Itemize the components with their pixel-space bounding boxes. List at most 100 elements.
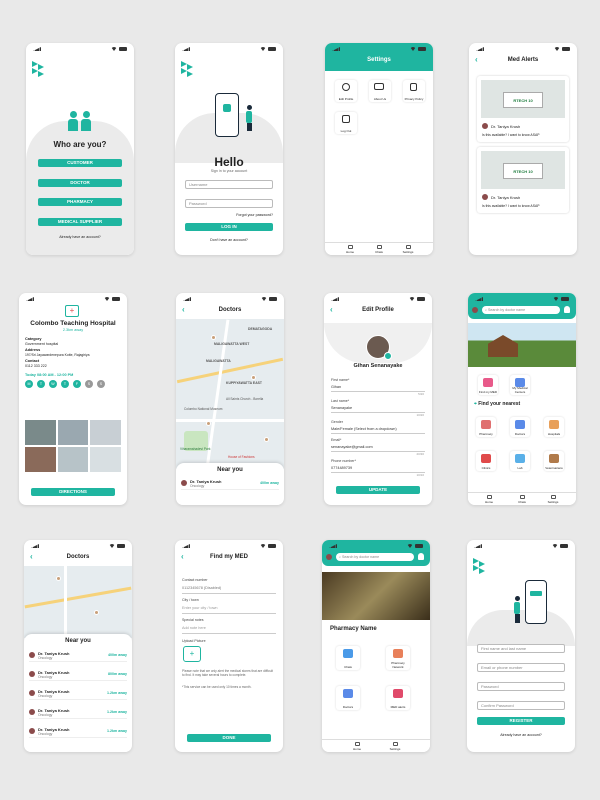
nav-home[interactable]: Home: [343, 245, 357, 254]
email-phone-input[interactable]: Email or phone number: [477, 663, 565, 672]
document-icon: [410, 83, 417, 91]
nav-home[interactable]: Home: [482, 495, 496, 504]
distance-badge: 2.3km away: [62, 328, 84, 332]
divider: [182, 593, 276, 594]
alert-card[interactable]: RTECH 10 Dr. Taniya Krush Is this availa…: [477, 147, 569, 213]
log-out-tile[interactable]: Log Out: [335, 112, 357, 134]
user-avatar[interactable]: [472, 307, 478, 313]
doctor-pin[interactable]: [211, 335, 216, 340]
register-button[interactable]: REGISTER: [477, 717, 565, 725]
gender-select[interactable]: Male/Female (Select from a dropdown): [331, 427, 397, 431]
login-link[interactable]: Already have an account?: [26, 235, 134, 239]
wifi-icon: [553, 297, 559, 301]
user-avatar[interactable]: [326, 554, 332, 560]
camera-icon[interactable]: [384, 352, 392, 360]
pharmacy-network-tile[interactable]: Pharmacy Network: [386, 646, 410, 670]
lab-tile[interactable]: Lab: [510, 451, 530, 471]
day-chip: S: [85, 380, 93, 388]
doctors-tile[interactable]: Doctors: [510, 417, 530, 437]
back-arrow-icon[interactable]: ‹: [30, 550, 33, 564]
nav-settings[interactable]: Settings: [388, 742, 402, 751]
doctor-row[interactable]: Dr. Taniya Krush Oncology 1.2km away: [29, 707, 127, 719]
full-name-input[interactable]: First name and last name: [477, 644, 565, 653]
doctor-row[interactable]: Dr. Taniya Krush Oncology 1.2km away: [29, 726, 127, 738]
doctor-pin[interactable]: [56, 576, 61, 581]
pharmacy-photo: [322, 572, 430, 620]
search-input[interactable]: ⌕ Search by doctor name: [336, 553, 414, 561]
doctor-pin[interactable]: [251, 375, 256, 380]
forgot-password-link[interactable]: Forgot your password?: [236, 213, 273, 217]
email-input[interactable]: senanayake@gmail.com: [331, 445, 373, 449]
divider: [331, 391, 425, 392]
password-input[interactable]: Password: [477, 682, 565, 691]
about-us-tile[interactable]: About Us: [369, 80, 391, 102]
first-name-input[interactable]: Gihan: [331, 385, 341, 389]
edit-profile-tile[interactable]: Edit Profile: [335, 80, 357, 102]
gear-icon: [405, 245, 411, 249]
clinics-tile[interactable]: Clinics: [476, 451, 496, 471]
photo: [25, 447, 56, 472]
doctor-pin[interactable]: [94, 610, 99, 615]
product-image: RTECH 10: [481, 80, 565, 118]
bell-icon[interactable]: [564, 306, 570, 313]
back-arrow-icon[interactable]: ‹: [181, 550, 184, 564]
nav-settings[interactable]: Settings: [401, 245, 415, 254]
nav-home[interactable]: Home: [350, 742, 364, 751]
alert-card[interactable]: RTECH 10 Dr. Taniya Krush Is this availa…: [477, 76, 569, 142]
done-button[interactable]: DONE: [187, 734, 271, 742]
pharmacy-button[interactable]: PHARMACY: [38, 198, 122, 206]
map-view[interactable]: [24, 566, 132, 638]
doctor-row[interactable]: Dr. Taniya Krush Oncology 400m away: [29, 650, 127, 662]
notes-input[interactable]: Add note here: [182, 626, 206, 630]
address-label: Address: [25, 348, 41, 352]
pharmacy-tile[interactable]: Pharmacy: [476, 417, 496, 437]
last-name-input[interactable]: Senanayake: [331, 406, 352, 410]
find-my-med-tile[interactable]: Find my MED: [478, 375, 498, 395]
doctors-tile[interactable]: Doctors: [336, 686, 360, 710]
back-arrow-icon[interactable]: ‹: [330, 303, 333, 317]
hospitals-tile[interactable]: Hospitals: [544, 417, 564, 437]
char-count: 20/30: [416, 452, 424, 456]
nav-settings[interactable]: Settings: [546, 495, 560, 504]
nav-chats[interactable]: Chats: [372, 245, 386, 254]
privacy-policy-tile[interactable]: Privacy Policy: [403, 80, 425, 102]
doctor-pin[interactable]: [264, 437, 269, 442]
map-label: MALIGAWATTA: [206, 359, 231, 363]
upload-picture-button[interactable]: +: [183, 646, 201, 662]
doctor-row[interactable]: Dr. Taniya Krush Oncology 1.2km away: [29, 688, 127, 700]
map-view[interactable]: MALIGAWATTA WEST MALIGAWATTA KUPPIYAWATT…: [176, 319, 284, 469]
chats-tile[interactable]: Chats: [336, 646, 360, 670]
day-chip: T: [61, 380, 69, 388]
login-link[interactable]: Already have an account?: [467, 733, 575, 737]
med-alerts-tile[interactable]: MED alerts: [386, 686, 410, 710]
nav-chats[interactable]: Chats: [515, 495, 529, 504]
directions-button[interactable]: DIRECTIONS: [31, 488, 115, 496]
my-medical-centers-tile[interactable]: My Medical Centers: [510, 375, 530, 395]
back-arrow-icon[interactable]: ‹: [475, 53, 478, 67]
contact-number-field: 0112345678 (Disabled): [182, 586, 222, 590]
login-button[interactable]: LOG IN: [185, 223, 273, 231]
doctor-row[interactable]: Dr. Taniya Krush Oncology 400m away: [181, 478, 279, 490]
bottom-nav: Home Chats Settings: [325, 242, 433, 255]
update-button[interactable]: UPDATE: [336, 486, 420, 494]
doctor-button[interactable]: DOCTOR: [38, 179, 122, 187]
doctor-row[interactable]: Dr. Taniya Krush Oncology 800m away: [29, 669, 127, 681]
confirm-password-input[interactable]: Confirm Password: [477, 701, 565, 710]
status-bar: [332, 46, 426, 52]
veterinarians-tile[interactable]: Veterinarians: [544, 451, 564, 471]
bell-icon[interactable]: [418, 553, 424, 560]
search-input[interactable]: ⌕ Search by doctor name: [482, 306, 560, 314]
customer-button[interactable]: CUSTOMER: [38, 159, 122, 167]
signal-icon: [31, 544, 39, 548]
signup-link[interactable]: Don't have an account?: [175, 238, 283, 242]
day-chip: S: [97, 380, 105, 388]
page-header: ‹ Find my MED: [175, 550, 283, 564]
back-arrow-icon[interactable]: ‹: [182, 303, 185, 317]
phone-input[interactable]: 0774489739: [331, 466, 352, 470]
password-input[interactable]: Password: [185, 199, 273, 208]
city-input[interactable]: Enter your city / town: [182, 606, 217, 610]
username-input[interactable]: Username: [185, 180, 273, 189]
home-icon: [354, 742, 360, 746]
medical-supplier-button[interactable]: MEDICAL SUPPLIER: [38, 218, 122, 226]
doctor-pin[interactable]: [206, 421, 211, 426]
